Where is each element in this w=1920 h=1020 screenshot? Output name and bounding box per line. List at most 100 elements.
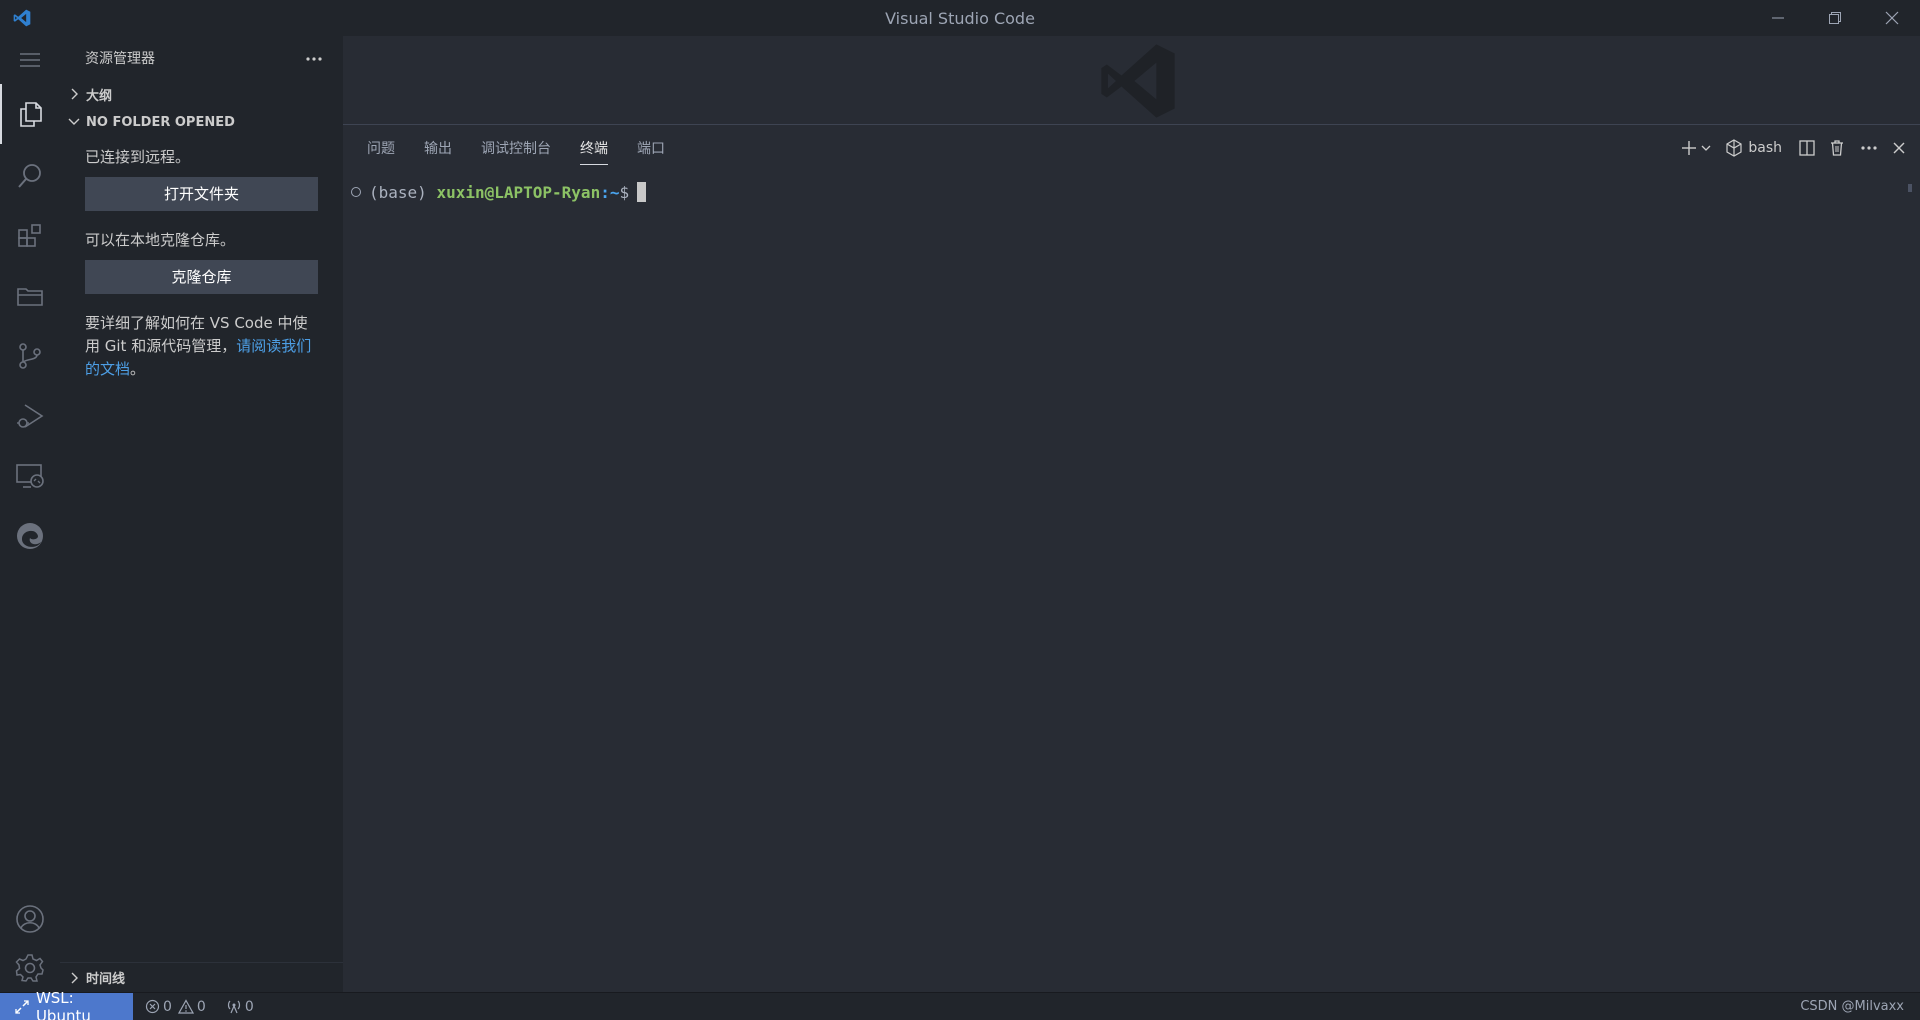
search-icon [18,164,41,188]
close-icon [1893,142,1905,154]
activity-source-control[interactable] [0,326,60,386]
account-icon [16,905,44,933]
edge-icon [17,523,43,549]
restore-button[interactable] [1806,0,1863,36]
command-decoration-icon [351,187,361,197]
split-terminal-button[interactable] [1798,134,1816,162]
chevron-down-icon [66,114,82,130]
bottom-panel: 问题 输出 调试控制台 终端 端口 bash (base) xuxin@LAPT… [343,126,1920,992]
chevron-down-icon [1701,145,1711,151]
terminal-prompt: $ [619,182,630,202]
activity-edge[interactable] [0,506,60,566]
no-folder-content: 已连接到远程。 打开文件夹 可以在本地克隆仓库。 克隆仓库 要详细了解如何在 V… [60,146,343,381]
learn-more-text: 要详细了解如何在 VS Code 中使用 Git 和源代码管理，请阅读我们的文档… [85,312,318,381]
terminal-env: (base) [369,182,427,202]
activity-folder[interactable] [0,266,60,326]
problems-status[interactable]: 0 0 [145,999,206,1015]
window-title: Visual Studio Code [885,8,1035,28]
section-no-folder-label: NO FOLDER OPENED [86,114,235,130]
vscode-watermark-icon [1088,36,1188,125]
shell-label: bash [1748,140,1782,156]
menu-button[interactable] [0,36,60,84]
terminal-scrollbar[interactable] [1908,184,1912,192]
restore-icon [1828,12,1841,24]
broadcast-icon [227,1000,240,1014]
panel-more-button[interactable] [1860,134,1878,162]
activity-settings[interactable] [0,944,60,992]
warning-count: 0 [196,998,206,1015]
tab-output[interactable]: 输出 [424,132,452,164]
terminal-path: :~ [600,182,620,202]
files-icon [20,102,42,127]
tab-debug-console[interactable]: 调试控制台 [481,132,551,164]
ports-count: 0 [244,998,254,1015]
editor-area [343,36,1920,125]
minimize-button[interactable] [1749,0,1806,36]
activity-remote-explorer[interactable] [0,446,60,506]
ellipsis-icon [306,57,322,61]
remote-label: WSL: Ubuntu [35,988,91,1020]
activity-bar [0,36,60,992]
title-bar: Visual Studio Code [0,0,1920,36]
hamburger-icon [20,53,40,67]
close-panel-button[interactable] [1892,134,1906,162]
window-controls [1749,0,1920,36]
cube-icon [1726,139,1742,157]
run-debug-icon [17,404,44,428]
split-icon [1799,140,1815,156]
open-folder-button[interactable]: 打开文件夹 [85,177,318,211]
activity-extensions[interactable] [0,206,60,266]
clone-repo-button[interactable]: 克隆仓库 [85,260,318,294]
folder-icon [17,288,43,306]
section-timeline-label: 时间线 [86,972,126,987]
warning-icon [177,999,194,1014]
panel-actions: bash [1670,126,1906,170]
plus-icon [1682,141,1697,155]
tab-terminal[interactable]: 终端 [580,132,608,165]
chevron-right-icon [66,86,82,102]
chevron-right-icon [66,970,82,986]
sidebar-title: 资源管理器 [85,51,155,67]
more-actions-button[interactable] [305,50,323,66]
activity-explorer[interactable] [0,84,60,144]
trash-icon [1831,140,1843,156]
clone-text: 可以在本地克隆仓库。 [85,231,236,249]
sidebar-header: 资源管理器 [60,36,343,80]
extensions-icon [18,224,41,247]
section-no-folder[interactable]: NO FOLDER OPENED [60,108,343,136]
vscode-window: Visual Studio Code 资源管理器 大纲 NO FOLDER OP… [0,0,1920,1020]
activity-accounts[interactable] [0,894,60,944]
minimize-icon [1771,17,1784,19]
remote-icon [15,999,29,1014]
activity-run-debug[interactable] [0,386,60,446]
section-outline[interactable]: 大纲 [60,80,343,108]
ports-status[interactable]: 0 [226,999,254,1015]
connected-text: 已连接到远程。 [85,148,191,166]
terminal-output[interactable]: (base) xuxin@LAPTOP-Ryan :~ $ [351,182,647,202]
source-control-icon [19,343,41,369]
close-window-button[interactable] [1863,0,1920,36]
ellipsis-icon [1861,146,1877,150]
terminal-profile-dropdown[interactable] [1700,134,1712,162]
section-outline-label: 大纲 [86,88,113,104]
tab-ports[interactable]: 端口 [637,132,665,164]
watermark-credit: CSDN @Milvaxx [1800,999,1904,1014]
learn-end: 。 [130,360,146,378]
activity-search[interactable] [0,146,60,206]
error-icon [145,999,160,1014]
section-timeline[interactable]: 时间线 [60,962,343,992]
remote-explorer-icon [16,464,44,488]
terminal-cursor [637,182,647,202]
status-bar: WSL: Ubuntu 0 0 0 CSDN @Milvaxx [0,989,1920,1020]
terminal-shell-selector[interactable]: bash [1726,134,1782,162]
error-count: 0 [163,998,172,1015]
tab-problems[interactable]: 问题 [367,132,395,164]
sidebar-explorer: 资源管理器 大纲 NO FOLDER OPENED 已连接到远程。 打开文件夹 … [60,36,343,992]
close-icon [1885,11,1898,25]
vscode-logo-icon [0,0,44,36]
gear-icon [15,954,44,982]
remote-indicator[interactable]: WSL: Ubuntu [0,989,133,1020]
new-terminal-button[interactable] [1680,134,1698,162]
terminal-user-host: xuxin@LAPTOP-Ryan [436,182,601,202]
kill-terminal-button[interactable] [1828,134,1846,162]
